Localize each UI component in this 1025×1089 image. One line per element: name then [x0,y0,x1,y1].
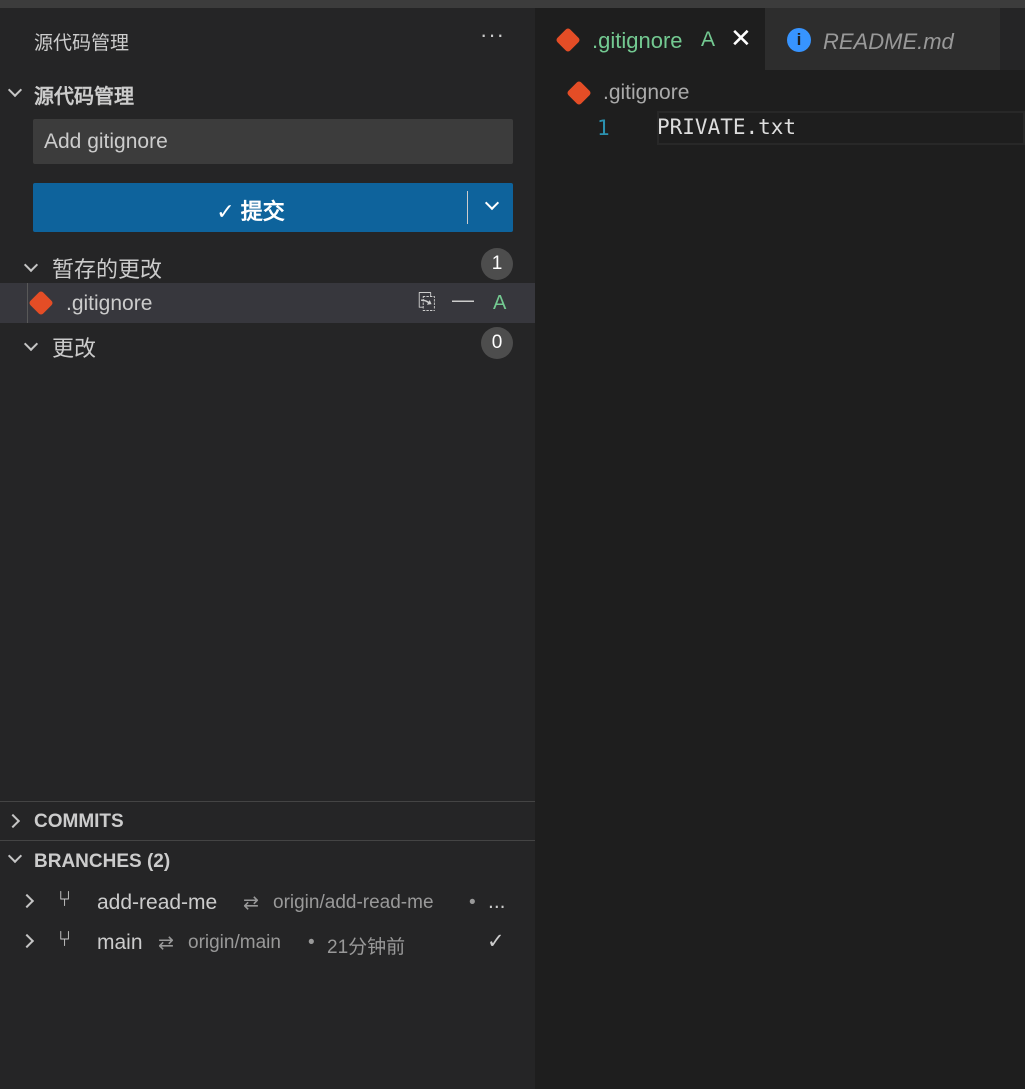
branch-name: main [97,931,143,954]
breadcrumb[interactable]: .gitignore [603,81,689,105]
changes-label: 更改 [52,336,97,361]
branch-row-main[interactable]: ⑂ main ⇄ origin/main • 21分钟前 ✓ [0,922,535,962]
staged-changes-label: 暂存的更改 [52,257,163,282]
editor-area: .gitignore A ✕ i README.md .gitignore 1 … [535,8,1025,1089]
more-actions-icon[interactable]: ··· [480,22,505,48]
chevron-right-icon [19,893,35,909]
staged-count-badge: 1 [481,248,513,280]
scm-sidebar: 源代码管理 ··· 源代码管理 Add gitignore ✓ 提交 暂存的更改… [0,8,535,1089]
code-line[interactable]: PRIVATE.txt [657,115,796,139]
commit-button[interactable]: ✓ 提交 [33,183,513,232]
section-toggle[interactable] [7,82,23,100]
branch-icon: ⑂ [58,886,72,911]
truncated-text: ... [488,890,506,913]
chevron-down-icon [23,257,39,273]
changes-toggle[interactable] [23,336,39,354]
title-bar [0,0,1025,8]
changes-count-badge: 0 [481,327,513,359]
indent-guide [27,283,28,323]
file-name: .gitignore [66,292,153,315]
sidebar-title: 源代码管理 [34,33,130,54]
chevron-down-icon [7,848,23,864]
branch-name: add-read-me [97,891,218,914]
branches-label: BRANCHES (2) [34,851,171,872]
button-divider [467,191,468,224]
staged-file-row[interactable]: .gitignore ⎘ — A [0,283,535,323]
staged-toggle[interactable] [23,257,39,275]
tab-label: .gitignore [592,28,683,53]
branch-row-add-read-me[interactable]: ⑂ add-read-me ⇄ origin/add-read-me • ... [0,882,535,922]
tab-bar: .gitignore A ✕ i README.md [535,8,1025,70]
close-icon[interactable]: ✕ [730,23,752,54]
branch-time: 21分钟前 [327,937,406,958]
tab-label: README.md [823,29,954,54]
commit-message-input[interactable]: Add gitignore [33,119,513,164]
upstream: origin/add-read-me [273,892,434,913]
commit-button-label: ✓ 提交 [216,199,285,224]
commits-section-header[interactable]: COMMITS [0,802,535,840]
sync-icon: ⇄ [243,893,259,914]
chevron-down-icon [23,336,39,352]
sync-icon: ⇄ [158,933,174,954]
git-file-icon [555,27,581,53]
info-icon: i [787,28,811,52]
branch-icon: ⑂ [58,926,72,951]
file-status: A [493,292,507,314]
git-file-icon [566,80,592,106]
upstream: origin/main [188,932,281,953]
tab-status: A [701,28,716,51]
chevron-right-icon [19,933,35,949]
separator: • [469,892,476,913]
tab-readme[interactable]: i README.md [765,8,1000,70]
tab-gitignore[interactable]: .gitignore A ✕ [535,8,765,70]
commits-label: COMMITS [34,811,124,832]
commit-dropdown-button[interactable] [473,183,513,232]
branches-section-header[interactable]: BRANCHES (2) [0,841,535,879]
section-title: 源代码管理 [34,86,134,108]
unstage-icon[interactable]: — [452,287,474,313]
chevron-down-icon [7,82,23,98]
git-file-icon [28,290,54,316]
chevron-right-icon [5,813,21,829]
current-branch-check-icon: ✓ [487,930,505,953]
line-number: 1 [597,116,610,140]
chevron-down-icon [484,195,500,211]
open-file-icon[interactable]: ⎘ [418,289,436,315]
separator: • [308,932,315,953]
